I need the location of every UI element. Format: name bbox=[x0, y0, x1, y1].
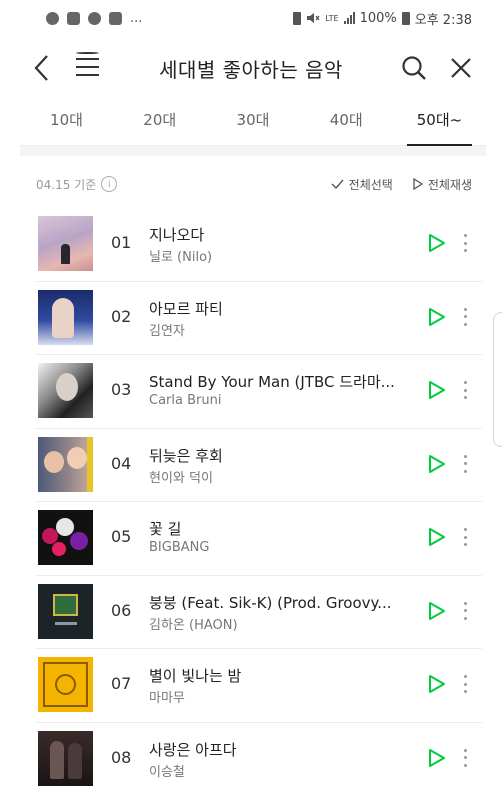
song-artist: 김연자 bbox=[149, 323, 185, 339]
song-artist: 이승철 bbox=[149, 764, 185, 780]
age-tabs: 10대 20대 30대 40대 50대~ bbox=[20, 98, 486, 146]
song-title: Stand By Your Man (JTBC 드라마... bbox=[149, 373, 395, 391]
notification-area: ... bbox=[46, 11, 142, 26]
close-icon bbox=[451, 58, 471, 78]
tab-30s[interactable]: 30대 bbox=[207, 98, 300, 145]
tab-40s[interactable]: 40대 bbox=[300, 98, 393, 145]
album-cover[interactable] bbox=[38, 657, 93, 712]
song-title: 붕붕 (Feat. Sik-K) (Prod. Groovy... bbox=[149, 593, 392, 612]
song-artist: 김하온 (HAON) bbox=[149, 617, 238, 633]
album-cover[interactable] bbox=[38, 730, 93, 786]
more-options-icon[interactable] bbox=[460, 453, 470, 475]
reference-date: 04.15 기준 bbox=[36, 177, 97, 192]
song-rank: 01 bbox=[111, 233, 132, 252]
more-options-icon[interactable] bbox=[460, 600, 470, 622]
play-all-button[interactable]: 전체재생 bbox=[413, 176, 472, 193]
album-cover[interactable] bbox=[38, 436, 93, 492]
song-title: 꽃 길 bbox=[149, 520, 182, 538]
clock: 오후 2:38 bbox=[414, 12, 472, 28]
close-button[interactable] bbox=[446, 53, 476, 83]
select-all-label: 전체선택 bbox=[348, 177, 393, 192]
search-icon bbox=[402, 56, 426, 80]
list-actions: 전체선택 전체재생 bbox=[331, 176, 472, 193]
bag-icon bbox=[109, 11, 122, 25]
search-button[interactable] bbox=[399, 53, 429, 83]
album-cover[interactable] bbox=[38, 363, 93, 418]
play-icon[interactable] bbox=[428, 380, 446, 400]
date-info: 04.15 기준 i bbox=[36, 176, 118, 193]
more-options-icon[interactable] bbox=[460, 747, 470, 769]
song-title: 아모르 파티 bbox=[149, 299, 223, 318]
song-rank: 02 bbox=[111, 306, 132, 326]
app-header: 세대별 좋아하는 음악 bbox=[0, 36, 502, 98]
play-icon[interactable] bbox=[428, 674, 446, 694]
battery-icon bbox=[401, 11, 410, 25]
section-divider bbox=[20, 146, 486, 156]
list-toolbar: 04.15 기준 i 전체선택 전체재생 bbox=[36, 172, 472, 196]
play-icon[interactable] bbox=[428, 601, 446, 621]
song-rank: 08 bbox=[111, 747, 132, 767]
song-title: 사랑은 아프다 bbox=[149, 740, 237, 759]
more-options-icon[interactable] bbox=[460, 673, 470, 695]
signal-icon bbox=[343, 12, 355, 24]
more-notifications: ... bbox=[130, 10, 143, 26]
app-icon bbox=[46, 11, 59, 25]
play-icon[interactable] bbox=[428, 233, 446, 253]
song-artist: Carla Bruni bbox=[149, 393, 222, 408]
album-cover[interactable] bbox=[38, 510, 93, 565]
play-icon[interactable] bbox=[428, 454, 446, 474]
song-title: 별이 빛나는 밤 bbox=[149, 667, 242, 685]
song-artist: 마마무 bbox=[149, 691, 185, 706]
lte-indicator: LTE bbox=[325, 13, 339, 23]
check-icon bbox=[331, 179, 344, 189]
tab-10s[interactable]: 10대 bbox=[20, 98, 113, 145]
talk-icon bbox=[88, 11, 101, 25]
play-outline-icon bbox=[413, 178, 423, 190]
info-icon[interactable]: i bbox=[101, 176, 118, 192]
more-options-icon[interactable] bbox=[460, 306, 470, 328]
status-bar: ... LTE 100% 오후 2:38 bbox=[0, 0, 502, 36]
select-all-button[interactable]: 전체선택 bbox=[331, 176, 393, 193]
more-options-icon[interactable] bbox=[460, 232, 470, 254]
song-rank: 04 bbox=[111, 453, 132, 473]
scroll-handle[interactable] bbox=[493, 312, 502, 447]
tab-50s-plus[interactable]: 50대~ bbox=[393, 98, 486, 146]
album-cover[interactable] bbox=[38, 216, 93, 271]
song-artist: 현이와 덕이 bbox=[149, 470, 213, 486]
song-artist: BIGBANG bbox=[149, 540, 210, 555]
song-rank: 06 bbox=[111, 600, 132, 620]
song-row[interactable]: 05 꽃 길 BIGBANG bbox=[36, 502, 482, 576]
song-rank: 03 bbox=[111, 380, 132, 399]
song-title: 지나오다 bbox=[149, 226, 205, 244]
battery-percent: 100% bbox=[359, 10, 397, 26]
mute-icon bbox=[307, 13, 320, 23]
song-row[interactable]: 08 사랑은 아프다 이승철 bbox=[36, 723, 482, 797]
song-row[interactable]: 07 별이 빛나는 밤 마마무 bbox=[36, 649, 482, 723]
song-row[interactable]: 02 아모르 파티 김연자 bbox=[36, 282, 482, 355]
more-options-icon[interactable] bbox=[460, 526, 470, 548]
song-row[interactable]: 01 지나오다 닐로 (Nilo) bbox=[36, 208, 482, 282]
song-list: 01 지나오다 닐로 (Nilo) 02 아모르 파티 김연자 03 Stand… bbox=[36, 208, 482, 796]
album-cover[interactable] bbox=[38, 289, 93, 345]
battery-saver-icon bbox=[293, 11, 302, 25]
system-status: LTE 100% 오후 2:38 bbox=[293, 9, 472, 28]
song-artist: 닐로 (Nilo) bbox=[149, 250, 213, 265]
play-icon[interactable] bbox=[428, 307, 446, 327]
song-row[interactable]: 03 Stand By Your Man (JTBC 드라마... Carla … bbox=[36, 355, 482, 429]
play-icon[interactable] bbox=[428, 527, 446, 547]
gallery-icon bbox=[67, 11, 80, 25]
song-row[interactable]: 06 붕붕 (Feat. Sik-K) (Prod. Groovy... 김하온… bbox=[36, 576, 482, 649]
song-title: 뒤늦은 후회 bbox=[149, 446, 223, 465]
tab-20s[interactable]: 20대 bbox=[113, 98, 206, 145]
song-rank: 07 bbox=[111, 674, 132, 693]
song-row[interactable]: 04 뒤늦은 후회 현이와 덕이 bbox=[36, 429, 482, 502]
more-options-icon[interactable] bbox=[460, 379, 470, 401]
album-cover[interactable] bbox=[38, 583, 93, 639]
song-rank: 05 bbox=[111, 527, 132, 546]
play-icon[interactable] bbox=[428, 748, 446, 768]
play-all-label: 전체재생 bbox=[427, 177, 472, 192]
